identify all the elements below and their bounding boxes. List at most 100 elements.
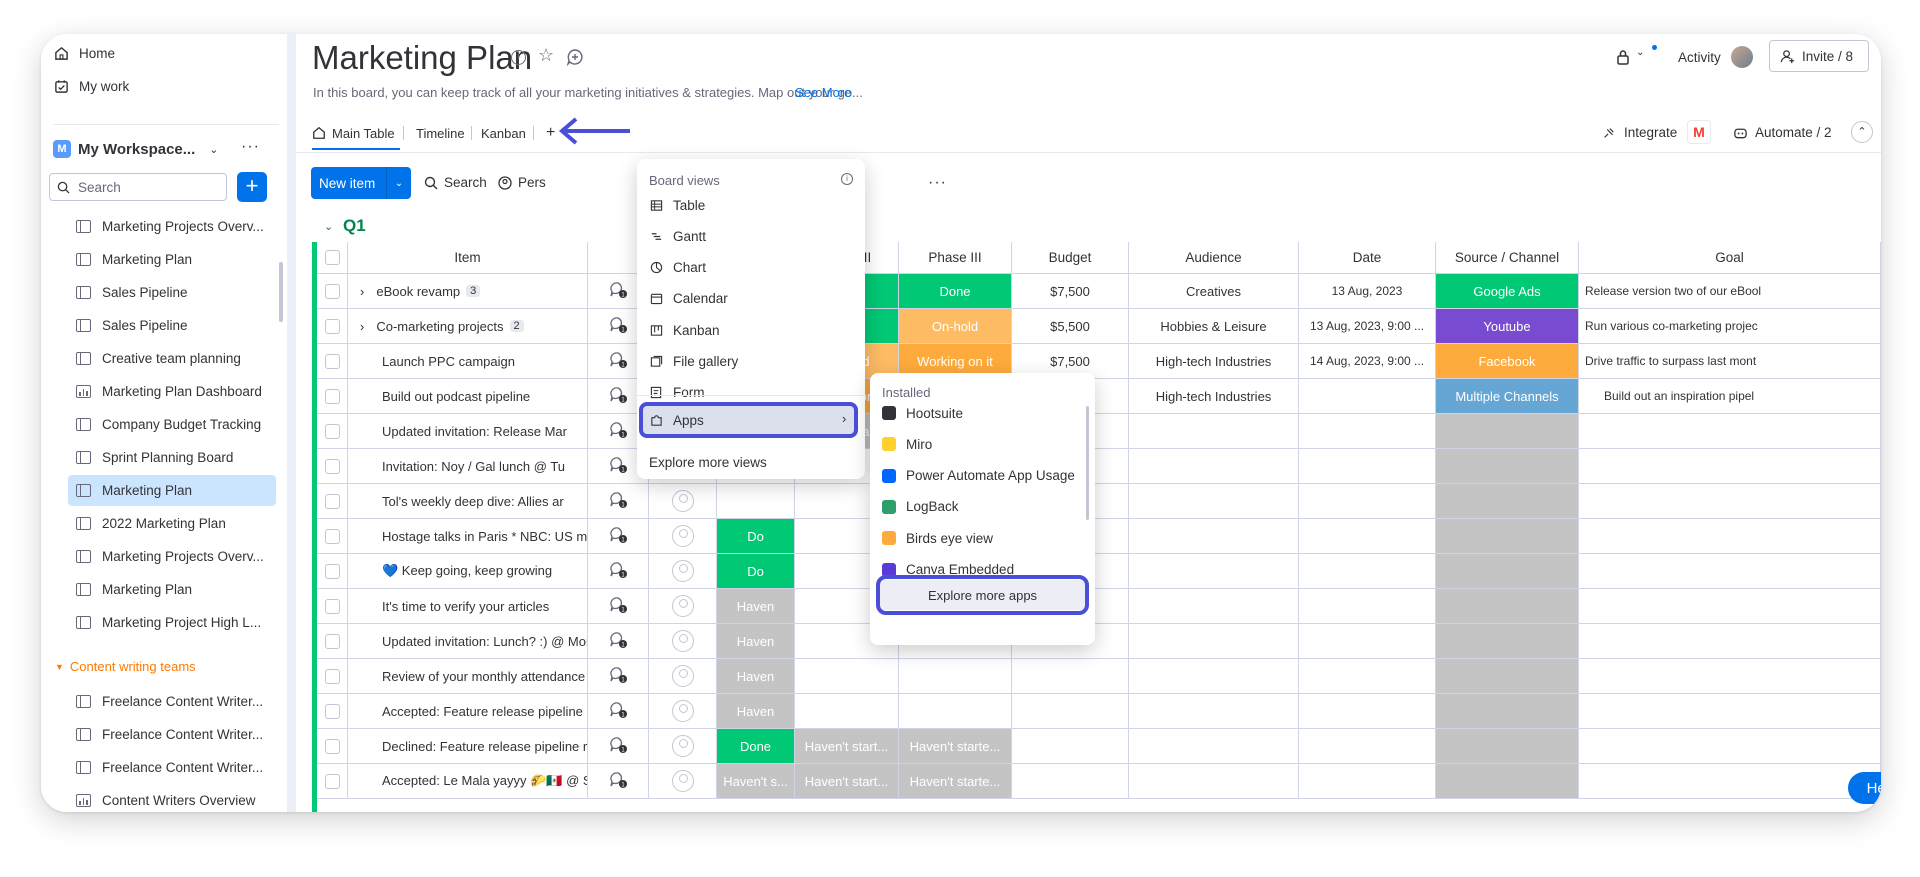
table-row[interactable]: Tol's weekly deep dive: Allies ar 1 [312, 484, 1881, 519]
expand-chevron-icon[interactable]: › [360, 284, 364, 299]
row-checkbox[interactable] [324, 318, 340, 334]
status-cell-source[interactable] [1436, 764, 1579, 799]
add-update-icon[interactable]: 1 [608, 386, 628, 407]
row-checkbox[interactable] [324, 773, 340, 789]
item-cell[interactable]: Updated invitation: Lunch? :) @ Mon ... [348, 624, 588, 659]
add-update-icon[interactable]: 1 [608, 281, 628, 302]
add-update-icon[interactable]: 1 [608, 771, 628, 792]
date-cell[interactable] [1299, 414, 1436, 449]
table-row[interactable]: 💙 Keep going, keep growing 1 Do [312, 554, 1881, 589]
conversation-cell[interactable]: 1 [588, 589, 649, 624]
status-cell-source[interactable] [1436, 519, 1579, 554]
status-cell-source[interactable]: Multiple Channels [1436, 379, 1579, 414]
board-more-icon[interactable]: ··· [1880, 44, 1881, 65]
table-row[interactable]: Declined: Feature release pipeline revi.… [312, 729, 1881, 764]
sidebar-board-item[interactable]: Sales Pipeline [68, 310, 276, 341]
status-cell-p1[interactable]: Do [717, 554, 795, 589]
status-cell-source[interactable] [1436, 589, 1579, 624]
explore-views-link[interactable]: Explore more views [649, 455, 767, 470]
conversation-cell[interactable]: 1 [588, 554, 649, 589]
lock-chevron-icon[interactable]: ⌄ [1636, 47, 1644, 58]
search-input[interactable]: Search [78, 180, 121, 195]
column-header-p3[interactable]: Phase III [899, 242, 1012, 274]
person-cell[interactable] [649, 484, 717, 519]
goal-cell[interactable] [1579, 519, 1881, 554]
goal-cell[interactable]: Build out an inspiration pipel [1579, 379, 1881, 414]
row-checkbox[interactable] [324, 388, 340, 404]
status-cell-p1[interactable]: Done [717, 729, 795, 764]
add-update-icon[interactable]: 1 [608, 351, 628, 372]
row-checkbox[interactable] [324, 633, 340, 649]
table-row[interactable]: It's time to verify your articles 1 Haven [312, 589, 1881, 624]
new-item-chevron-icon[interactable]: ⌄ [387, 178, 411, 189]
add-update-icon[interactable]: 1 [608, 701, 628, 722]
audience-cell[interactable] [1129, 589, 1299, 624]
add-board-button[interactable]: + [237, 172, 267, 202]
conversation-cell[interactable]: 1 [588, 729, 649, 764]
column-header-item[interactable]: Item [348, 242, 588, 274]
status-cell-p1[interactable]: Haven't s... [717, 764, 795, 799]
sidebar-search[interactable]: Search [49, 173, 227, 201]
status-cell-p2[interactable] [795, 694, 899, 729]
budget-cell[interactable] [1012, 764, 1129, 799]
sidebar-scrollbar[interactable] [279, 262, 283, 322]
table-row[interactable]: Accepted: Feature release pipeline re...… [312, 694, 1881, 729]
table-row[interactable]: Invitation: Noy / Gal lunch @ Tu 1 [312, 449, 1881, 484]
date-cell[interactable]: 13 Aug, 2023 [1299, 274, 1436, 309]
row-checkbox[interactable] [324, 283, 340, 299]
column-header-budget[interactable]: Budget [1012, 242, 1129, 274]
conversation-cell[interactable]: 1 [588, 484, 649, 519]
table-row[interactable]: ›Co-marketing projects21eDoneOn-hold$5,5… [312, 309, 1881, 344]
row-checkbox[interactable] [324, 563, 340, 579]
status-cell-source[interactable] [1436, 484, 1579, 519]
status-cell-source[interactable] [1436, 694, 1579, 729]
goal-cell[interactable]: Release version two of our eBool [1579, 274, 1881, 309]
status-cell-source[interactable] [1436, 554, 1579, 589]
goal-cell[interactable] [1579, 414, 1881, 449]
table-row[interactable]: Updated invitation: Lunch? :) @ Mon ... 1… [312, 624, 1881, 659]
budget-cell[interactable]: $7,500 [1012, 274, 1129, 309]
row-checkbox[interactable] [324, 703, 340, 719]
status-cell-p1[interactable]: Haven [717, 694, 795, 729]
status-cell-p1[interactable] [717, 484, 795, 519]
item-cell[interactable]: Hostage talks in Paris * NBC: US may ... [348, 519, 588, 554]
sidebar-board-item[interactable]: Marketing Plan [68, 475, 276, 506]
app-item[interactable]: LogBack [882, 493, 959, 521]
audience-cell[interactable]: High-tech Industries [1129, 344, 1299, 379]
status-cell-p1[interactable]: Haven [717, 659, 795, 694]
date-cell[interactable]: 13 Aug, 2023, 9:00 ... [1299, 309, 1436, 344]
goal-cell[interactable] [1579, 449, 1881, 484]
sidebar-board-item[interactable]: Creative team planning [68, 343, 276, 374]
conversation-cell[interactable]: 1 [588, 694, 649, 729]
status-cell-source[interactable] [1436, 659, 1579, 694]
user-avatar[interactable] [1731, 46, 1753, 68]
view-item-kanban[interactable]: Kanban [649, 316, 720, 344]
sidebar-board-item[interactable]: Company Budget Tracking [68, 409, 276, 440]
view-item-chart[interactable]: Chart [649, 254, 706, 282]
view-item-table[interactable]: Table [649, 191, 705, 219]
sidebar-board-item[interactable]: Sprint Planning Board [68, 442, 276, 473]
invite-button[interactable]: Invite / 8 [1769, 40, 1869, 72]
item-cell[interactable]: › Co-marketing projects 2 [348, 309, 588, 344]
person-cell[interactable] [649, 589, 717, 624]
audience-cell[interactable]: Hobbies & Leisure [1129, 309, 1299, 344]
row-checkbox[interactable] [324, 668, 340, 684]
lock-icon[interactable] [1616, 49, 1630, 70]
column-header-date[interactable]: Date [1299, 242, 1436, 274]
status-cell-source[interactable]: Google Ads [1436, 274, 1579, 309]
status-cell-p3[interactable]: Done [899, 274, 1012, 309]
goal-cell[interactable] [1579, 659, 1881, 694]
help-button[interactable]: Help [1848, 772, 1881, 804]
column-header-source[interactable]: Source / Channel [1436, 242, 1579, 274]
group-collapse-icon[interactable]: ⌄ [324, 220, 333, 233]
item-cell[interactable]: Build out podcast pipeline [348, 379, 588, 414]
item-cell[interactable]: Review of your monthly attendance r... [348, 659, 588, 694]
toolbar-more-icon[interactable]: ··· [928, 174, 947, 192]
row-checkbox[interactable] [324, 528, 340, 544]
sidebar-folder-board-item[interactable]: Freelance Content Writer... [68, 719, 276, 750]
add-update-icon[interactable]: 1 [608, 456, 628, 477]
row-checkbox[interactable] [324, 738, 340, 754]
goal-cell[interactable]: Drive traffic to surpass last mont [1579, 344, 1881, 379]
submenu-scrollbar[interactable] [1086, 406, 1089, 520]
person-filter-button[interactable]: Pers [498, 175, 546, 190]
